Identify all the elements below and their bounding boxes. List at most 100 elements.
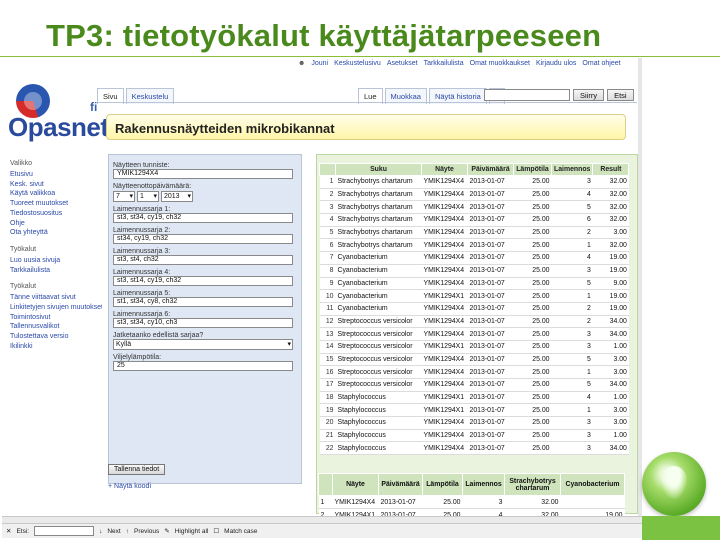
top-link-contributions[interactable]: Omat muokkaukset [470, 60, 530, 67]
col-sample[interactable]: Näyte [421, 163, 468, 176]
row-index: 20 [319, 416, 336, 430]
top-link-help[interactable]: Omat ohjeet [582, 60, 620, 67]
sidebar-item-permalink[interactable]: Ikilinkki [10, 342, 102, 352]
cell-temperature: 25.00 [513, 289, 552, 303]
top-link-user[interactable]: Jouni [311, 60, 328, 67]
sidebar-heading-toolbox: Työkalut [10, 283, 37, 291]
match-case-label: Match case [224, 527, 258, 535]
temperature-label: Viljelylämpötila: [113, 354, 162, 361]
go-button[interactable]: Siirry [573, 89, 605, 101]
pivot-col-temperature: Lämpötila [422, 473, 463, 496]
cell-dilution: 1 [551, 365, 593, 379]
globe-decoration [642, 452, 706, 516]
cell-dilution: 5 [551, 277, 593, 291]
year-select[interactable]: 2013 [161, 191, 193, 202]
dilution-3-field[interactable]: st3, st4, ch32 [113, 255, 293, 265]
col-genus[interactable]: Suku [335, 163, 422, 176]
cell-genus: Staphylococcus [335, 416, 422, 430]
continue-series-select[interactable]: Kyllä [113, 339, 293, 350]
sidebar-item-main-page[interactable]: Etusivu [10, 170, 102, 180]
dilution-1-field[interactable]: st3, st34, cy19, ch32 [113, 213, 293, 223]
table-row: 12 Streptococcus versicolor YMIK1294X4 2013… [319, 315, 629, 329]
cell-temperature: 25.00 [513, 403, 552, 418]
cell-genus: Strachybotrys chartarum [335, 238, 422, 253]
title-divider [0, 56, 720, 57]
row-index: 18 [319, 391, 336, 405]
cell-result: 32.00 [592, 238, 629, 253]
sidebar-item-watchlist[interactable]: Tarkkailulista [10, 266, 102, 276]
cell-genus: Streptococcus versicolor [335, 327, 422, 341]
col-temperature[interactable]: Lämpötila [513, 163, 552, 176]
sidebar-item-create-page[interactable]: Luo uusia sivuja [10, 256, 102, 266]
vertical-scrollbar[interactable] [638, 58, 642, 516]
close-icon[interactable]: ✕ [6, 527, 11, 535]
horizontal-scrollbar[interactable] [2, 516, 642, 523]
col-result[interactable]: Result [592, 163, 630, 176]
table-row: 20 Staphylococcus YMIK1294X4 2013-01-07 25.0… [319, 416, 629, 430]
cell-sample: YMIK1294X1 [421, 403, 468, 418]
cell-result: 32.00 [592, 213, 629, 227]
find-previous-button[interactable]: Previous [134, 528, 159, 535]
sidebar-item-contact[interactable]: Ota yhteyttä [10, 228, 102, 238]
sidebar-item-file-recommendation[interactable]: Tiedostosuositus [10, 209, 102, 219]
cell-temperature: 25.00 [513, 416, 552, 430]
top-link-watchlist[interactable]: Tarkkailulista [424, 60, 464, 67]
sidebar-item-related-changes[interactable]: Linkitetyjen sivujen muutokset [10, 303, 102, 313]
cell-result: 3.00 [592, 353, 629, 367]
cell-genus: Staphylococcus [335, 403, 422, 418]
month-select[interactable]: 1 [137, 191, 159, 202]
save-button[interactable]: Tallenna tiedot [108, 464, 166, 475]
sidebar-item-saved-menus[interactable]: Tallennusvalikot [10, 322, 102, 332]
sidebar-item-help[interactable]: Ohje [10, 219, 102, 229]
cell-genus: Cyanobacterium [335, 251, 422, 265]
results-panel: Suku Näyte Päivämäärä Lämpötila Laimenno… [316, 154, 638, 514]
cell-result: 1.00 [592, 340, 629, 354]
cell-temperature: 25.00 [513, 200, 552, 215]
top-link-preferences[interactable]: Asetukset [387, 60, 418, 67]
row-index: 8 [319, 264, 336, 278]
dilution-2-field[interactable]: st34, cy19, ch32 [113, 234, 293, 244]
row-index: 1 [319, 175, 336, 189]
row-index: 2 [319, 188, 336, 202]
sample-form: Näytteen tunniste: YMIK1294X4 Näytteenot… [108, 154, 302, 484]
show-code-link[interactable]: + Näytä koodi [108, 483, 151, 490]
dilution-5-field[interactable]: st1, st34, cy8, ch32 [113, 297, 293, 307]
sidebar-item-printable[interactable]: Tulostettava versio [10, 332, 102, 342]
table-row: 14 Streptococcus versicolor YMIK1294X1 2013… [319, 340, 629, 354]
browser-screenshot: ☻ Jouni Keskustelusivu Asetukset Tarkkai… [2, 58, 642, 538]
cell-genus: Streptococcus versicolor [335, 340, 422, 354]
row-index: 19 [319, 403, 336, 418]
sidebar-item-what-links-here[interactable]: Tänne viittaavat sivut [10, 293, 102, 303]
top-link-logout[interactable]: Kirjaudu ulos [536, 60, 576, 67]
temperature-field[interactable]: 25 [113, 361, 293, 371]
cell-result: 9.00 [592, 277, 629, 291]
find-input[interactable] [34, 526, 95, 536]
row-index: 10 [319, 289, 336, 303]
sidebar-item-use-menu[interactable]: Käytä valikkoa [10, 189, 102, 199]
col-dilution[interactable]: Laimennos [550, 163, 594, 176]
sidebar-item-recent-changes[interactable]: Tuoreet muutokset [10, 199, 102, 209]
find-next-button[interactable]: Next [107, 528, 120, 535]
cell-temperature: 25.00 [513, 429, 552, 443]
row-index: 17 [319, 378, 336, 392]
dilution-4-field[interactable]: st3, st14, cy19, ch32 [113, 276, 293, 286]
cell-dilution: 1 [551, 403, 593, 418]
cell-sample: YMIK1294X4 [421, 213, 468, 227]
cell-date: 2013-01-07 [467, 365, 514, 379]
top-link-talk[interactable]: Keskustelusivu [334, 60, 381, 67]
results-table: Suku Näyte Päivämäärä Lämpötila Laimenno… [319, 163, 630, 456]
day-select[interactable]: 7 [113, 191, 135, 202]
match-case-checkbox[interactable]: ☐ [213, 527, 219, 535]
highlight-all-button[interactable]: Highlight all [175, 528, 209, 535]
cell-dilution: 3 [551, 327, 593, 341]
sample-id-field[interactable]: YMIK1294X4 [113, 169, 293, 179]
col-date[interactable]: Päivämäärä [467, 163, 514, 176]
sidebar-item-special-pages[interactable]: Toimintosivut [10, 313, 102, 323]
opasnet-logo[interactable]: fi Opasnet [8, 82, 109, 142]
sidebar-item-pages[interactable]: Kesk. sivut [10, 180, 102, 190]
search-button[interactable]: Etsi [607, 89, 634, 101]
cell-genus: Strachybotrys chartarum [335, 226, 422, 240]
dilution-6-field[interactable]: st3, st34, cy10, ch3 [113, 318, 293, 328]
search-input[interactable] [484, 89, 570, 101]
cell-genus: Strachybotrys chartarum [335, 200, 422, 215]
